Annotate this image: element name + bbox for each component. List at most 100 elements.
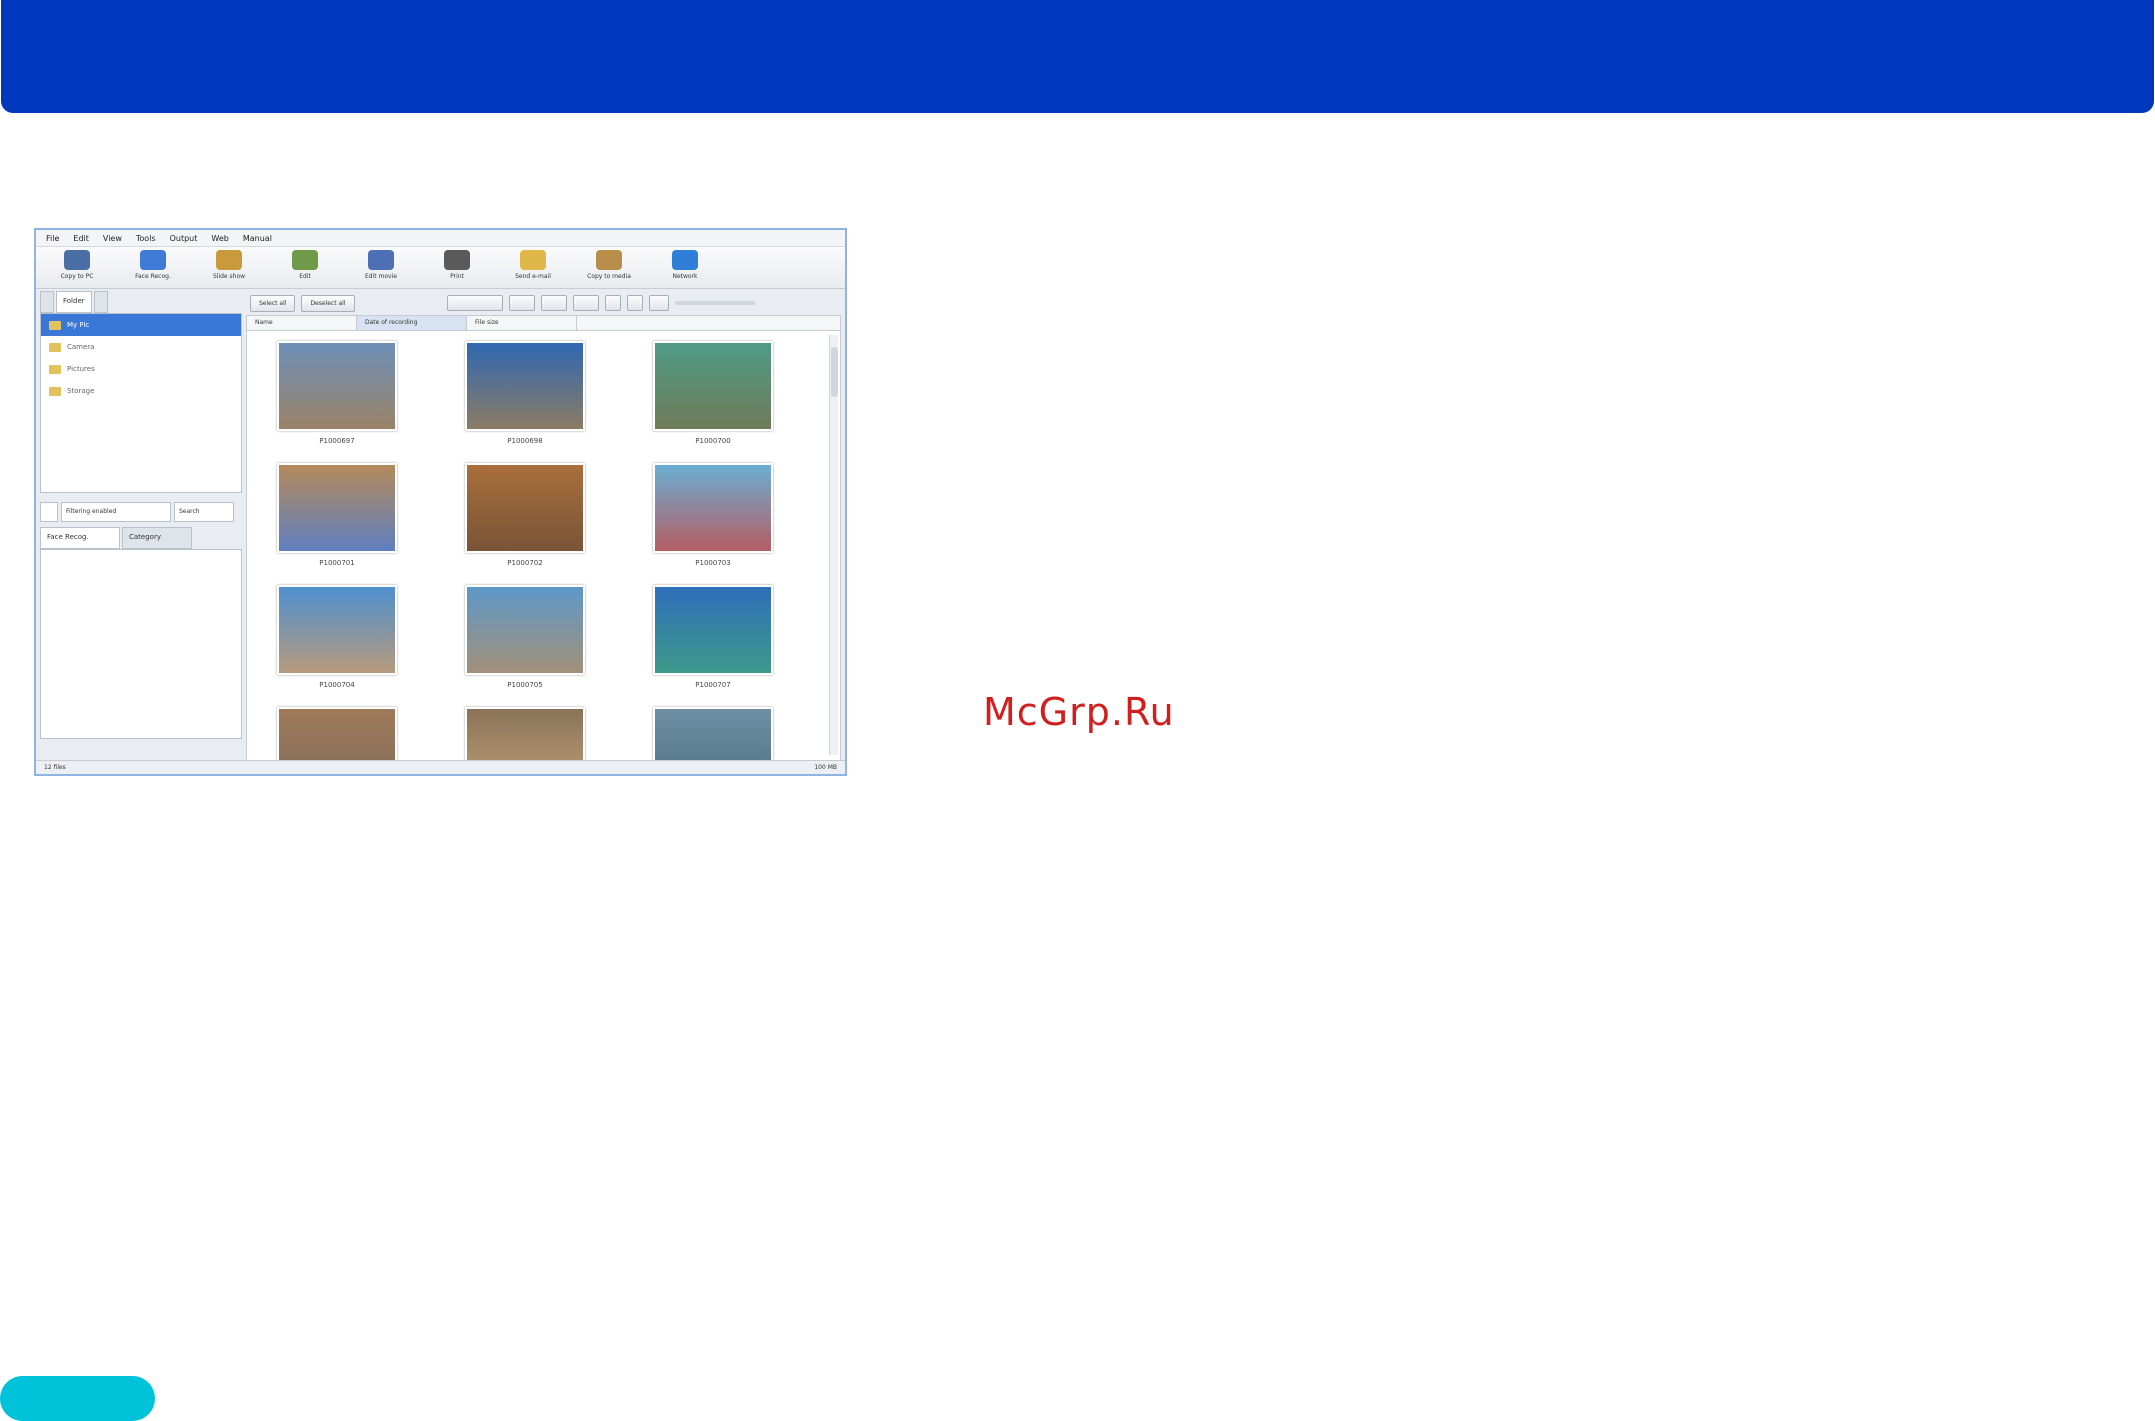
menu-item[interactable]: View <box>103 234 122 243</box>
tree-item[interactable]: Camera <box>41 336 241 358</box>
tree-item[interactable]: Pictures <box>41 358 241 380</box>
single-view-icon[interactable] <box>540 295 567 311</box>
tree-item[interactable]: Storage <box>41 380 241 402</box>
toolbar-label: Copy to PC <box>60 273 94 280</box>
tree-item-label: Pictures <box>67 365 95 373</box>
header-banner <box>1 0 2154 113</box>
photo-caption: P1000698 <box>507 437 543 445</box>
page: File Edit View Tools Output Web Manual Copy to… <box>0 0 2155 1421</box>
tree-item-label: My Pic <box>67 321 90 329</box>
col-date[interactable]: Date of recording <box>357 316 467 330</box>
menu-item[interactable]: Output <box>170 234 198 243</box>
photo-thumbnail[interactable] <box>277 707 397 760</box>
photo-thumbnail[interactable] <box>465 463 585 553</box>
photo-thumbnail[interactable] <box>653 707 773 760</box>
thumbnail-pane: Select all Deselect all Name Date of rec… <box>246 291 841 761</box>
photo-caption: P1000704 <box>319 681 355 689</box>
col-size[interactable]: File size <box>467 316 577 330</box>
menu-item[interactable]: Web <box>211 234 228 243</box>
photo-thumbnail[interactable] <box>465 341 585 431</box>
photo-caption: P1000700 <box>695 437 731 445</box>
tab-browse[interactable] <box>40 291 54 313</box>
column-header: Name Date of recording File size <box>246 315 841 331</box>
toolbar-label: Face Recog. <box>135 273 171 280</box>
left-tabs: Folder <box>40 291 242 313</box>
photo-thumbnail[interactable] <box>465 707 585 760</box>
menu-bar: File Edit View Tools Output Web Manual <box>36 230 845 247</box>
photo-caption: P1000703 <box>695 559 731 567</box>
toolbar-label: Network <box>672 273 698 280</box>
photo-caption: P1000702 <box>507 559 543 567</box>
thumbnail-view-icon[interactable] <box>508 295 535 311</box>
folder-icon <box>49 320 61 330</box>
toolbar-button[interactable]: Send e-mail <box>504 250 562 285</box>
zoom-slider[interactable] <box>674 301 755 305</box>
toolbar-icon <box>596 250 622 270</box>
size-icon[interactable] <box>648 295 669 311</box>
photo-thumbnail[interactable] <box>277 585 397 675</box>
toolbar-icon <box>520 250 546 270</box>
menu-item[interactable]: Manual <box>243 234 272 243</box>
menu-item[interactable]: Edit <box>73 234 89 243</box>
tab-category[interactable]: Category <box>122 527 192 549</box>
thumbnail-tools: Select all Deselect all <box>246 291 841 315</box>
toolbar-button[interactable]: Network <box>656 250 714 285</box>
photo-thumbnail[interactable] <box>653 585 773 675</box>
folder-icon <box>49 342 61 352</box>
deselect-all-button[interactable]: Deselect all <box>301 294 355 312</box>
photo-thumbnail[interactable] <box>465 585 585 675</box>
lower-panel <box>40 549 242 739</box>
status-bar: 12 files 100 MB <box>36 760 845 774</box>
folder-tree: My Pic Camera Pictures Storage <box>40 313 242 493</box>
tree-item[interactable]: My Pic <box>41 314 241 336</box>
photo-caption: P1000707 <box>695 681 731 689</box>
toolbar-button[interactable]: Face Recog. <box>124 250 182 285</box>
toolbar-icon <box>216 250 242 270</box>
menu-item[interactable]: Tools <box>136 234 156 243</box>
toolbar-label: Edit <box>299 273 311 280</box>
tab-calendar[interactable] <box>93 291 108 313</box>
toolbar-button[interactable]: Slide show <box>200 250 258 285</box>
view-mode-button[interactable] <box>446 295 503 311</box>
select-all-button[interactable]: Select all <box>250 294 296 312</box>
filter-search-button[interactable]: Search <box>174 502 234 522</box>
toolbar-button[interactable]: Edit movie <box>352 250 410 285</box>
filter-field[interactable]: Filtering enabled <box>61 502 171 522</box>
group-view-icon[interactable] <box>572 295 599 311</box>
toolbar-icon <box>672 250 698 270</box>
photo-thumbnail[interactable] <box>277 341 397 431</box>
page-pill <box>0 1376 155 1421</box>
toolbar-button[interactable]: Edit <box>276 250 334 285</box>
toolbar: Copy to PC Face Recog. Slide show Edit Edit … <box>36 247 845 289</box>
toolbar-label: Edit movie <box>365 273 397 280</box>
left-pane: Folder My Pic Camera Pictures Storage Filte… <box>40 291 242 761</box>
toolbar-button[interactable]: Print <box>428 250 486 285</box>
watermark-text: McGrp.Ru <box>983 690 1175 734</box>
toolbar-label: Slide show <box>212 273 246 280</box>
photo-thumbnail[interactable] <box>653 341 773 431</box>
photo-caption: P1000705 <box>507 681 543 689</box>
tree-item-label: Storage <box>67 387 95 395</box>
menu-item[interactable]: File <box>46 234 59 243</box>
rotate-right-icon[interactable] <box>626 295 643 311</box>
folder-icon <box>49 364 61 374</box>
status-left: 12 files <box>44 764 66 771</box>
toolbar-icon <box>140 250 166 270</box>
toolbar-button[interactable]: Copy to PC <box>48 250 106 285</box>
thumbnail-grid: P1000697 P1000698 P1000700 P1000701 P1000702… <box>246 331 841 761</box>
tab-face-recog[interactable]: Face Recog. <box>40 527 120 549</box>
toolbar-icon <box>444 250 470 270</box>
vertical-scrollbar[interactable] <box>829 335 838 755</box>
status-right: 100 MB <box>814 764 837 771</box>
software-screenshot: File Edit View Tools Output Web Manual Copy to… <box>34 228 847 776</box>
col-name[interactable]: Name <box>247 316 357 330</box>
photo-thumbnail[interactable] <box>277 463 397 553</box>
filter-icon[interactable] <box>40 502 58 522</box>
photo-thumbnail[interactable] <box>653 463 773 553</box>
filter-bar: Filtering enabled Search <box>40 501 242 523</box>
toolbar-label: Send e-mail <box>515 273 551 280</box>
rotate-left-icon[interactable] <box>604 295 621 311</box>
photo-caption: P1000697 <box>319 437 355 445</box>
tab-folder[interactable]: Folder <box>56 291 92 313</box>
toolbar-button[interactable]: Copy to media <box>580 250 638 285</box>
